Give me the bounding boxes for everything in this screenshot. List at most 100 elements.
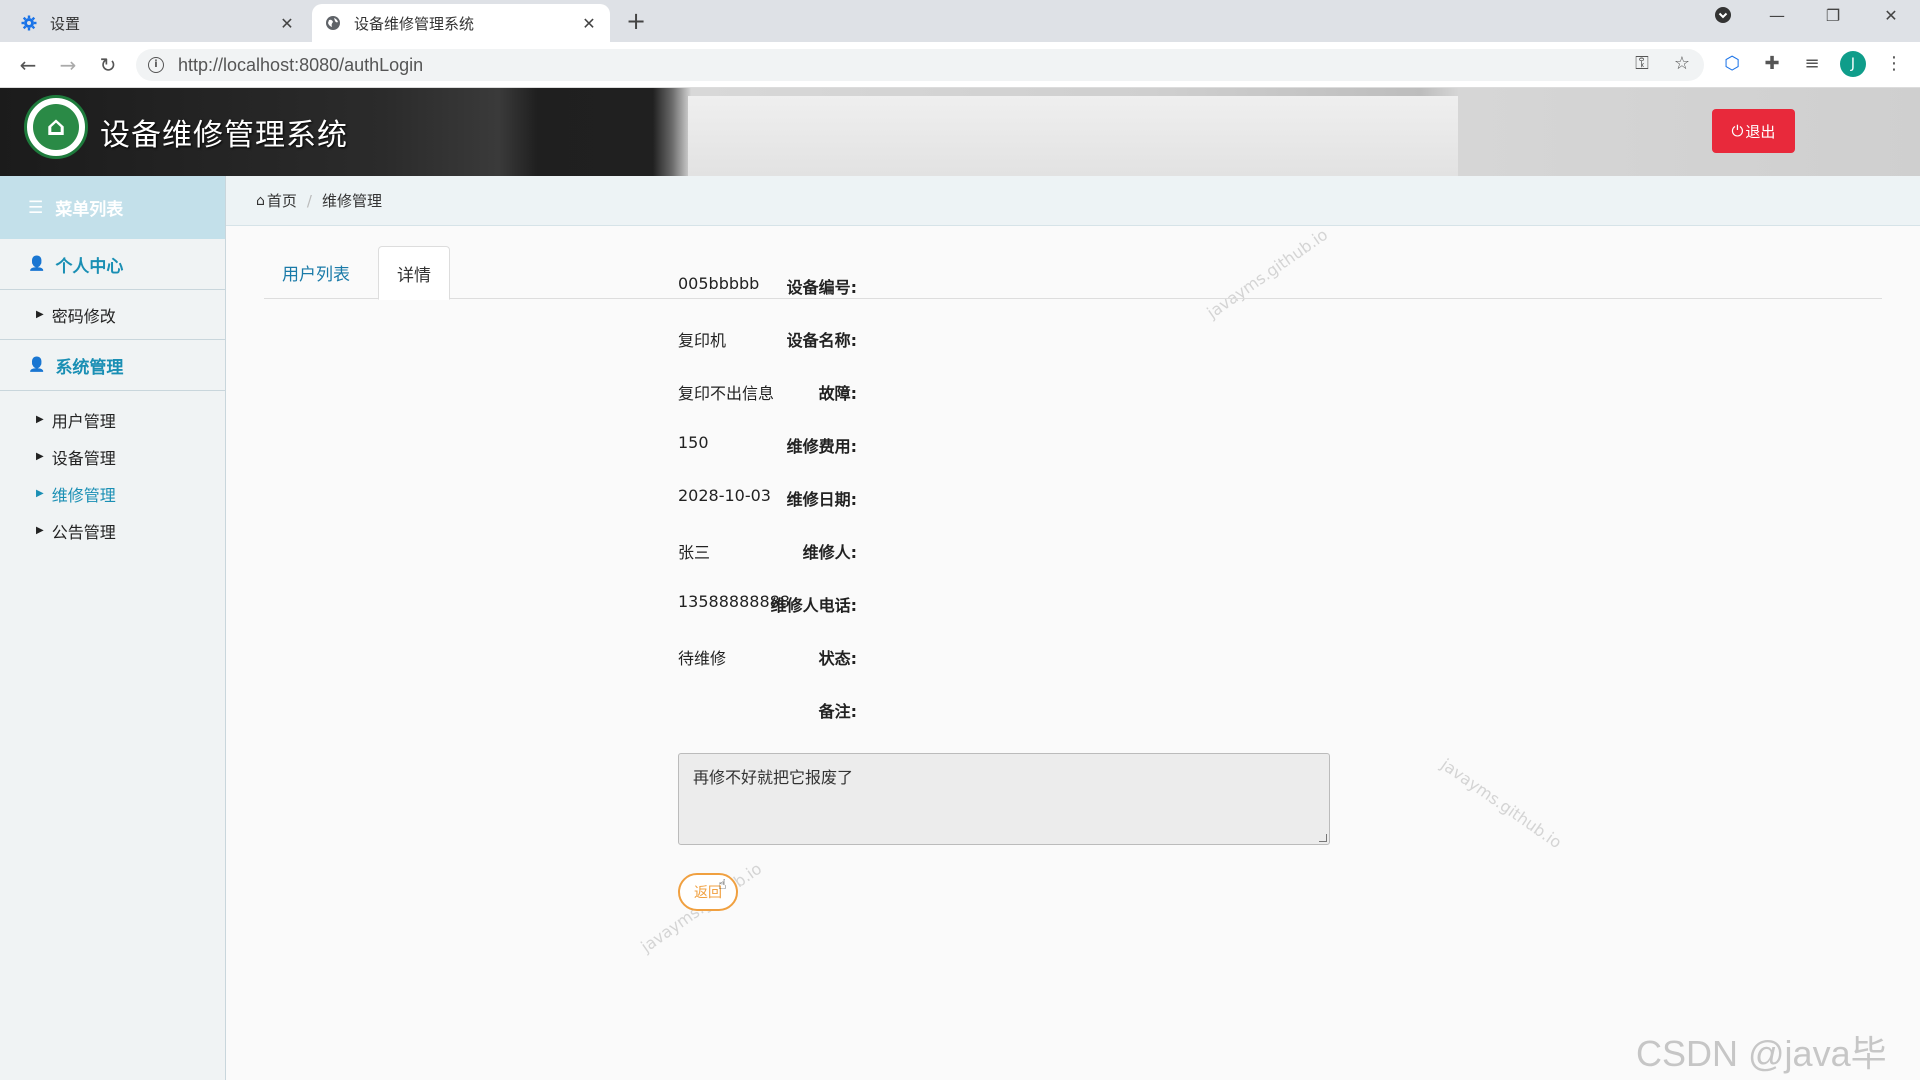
field-value: 005bbbbb — [678, 274, 760, 293]
sidebar-item-label: 公告管理 — [51, 522, 116, 542]
breadcrumb-separator: / — [306, 191, 312, 210]
remark-textarea[interactable]: 再修不好就把它报废了 — [678, 753, 1330, 845]
caret-right-icon: ▶ — [36, 414, 44, 425]
main-content: javayms.github.io javayms.github.io java… — [226, 225, 1920, 1080]
tab-search-icon[interactable] — [1708, 6, 1738, 28]
address-toolbar: ← → ↻ i http://localhost:8080/authLogin … — [0, 42, 1920, 88]
field-label: 设备名称: — [786, 331, 857, 350]
field-device-name: 设备名称: 复印机 — [226, 327, 1920, 357]
breadcrumb-home[interactable]: 首页 — [267, 190, 297, 211]
sidebar-section-personal[interactable]: 👤 个人中心 — [0, 239, 225, 290]
new-tab-button[interactable]: + — [622, 8, 650, 36]
sidebar-item-repairs[interactable]: ▶ 维修管理 — [0, 475, 225, 512]
field-label: 维修费用: — [786, 437, 857, 456]
browser-tab-strip: 设置 ✕ 设备维修管理系统 ✕ + — ❐ ✕ — [0, 0, 1920, 42]
sidebar: ☰ 菜单列表 👤 个人中心 ▶ 密码修改 👤 系统管理 ▶ 用户管理 ▶ 设备管… — [0, 176, 226, 1080]
field-remark: 备注: — [226, 698, 1920, 728]
puzzle-icon[interactable]: ✚ — [1758, 50, 1786, 78]
minimize-icon[interactable]: — — [1762, 6, 1792, 25]
kebab-menu-icon[interactable]: ⋮ — [1880, 50, 1908, 78]
sidebar-item-label: 密码修改 — [51, 306, 116, 326]
key-icon[interactable]: ⚿ — [1628, 50, 1656, 78]
close-icon[interactable]: ✕ — [580, 14, 598, 33]
caret-right-icon: ▶ — [36, 525, 44, 536]
extension-hex-icon[interactable]: ⬡ — [1718, 50, 1746, 78]
url-bar[interactable]: i http://localhost:8080/authLogin — [136, 49, 1704, 81]
user-icon: 👤 — [28, 357, 46, 373]
restore-icon[interactable]: ❐ — [1818, 6, 1848, 25]
sidebar-item-label: 设备管理 — [51, 448, 116, 468]
menu-title: 菜单列表 — [55, 200, 124, 220]
browser-tab-settings[interactable]: 设置 ✕ — [8, 4, 308, 42]
sidebar-item-users[interactable]: ▶ 用户管理 — [0, 401, 225, 438]
avatar[interactable]: J — [1840, 51, 1866, 77]
user-icon: 👤 — [28, 256, 46, 272]
media-list-icon[interactable]: ≡ — [1798, 50, 1826, 78]
field-label: 备注: — [818, 702, 857, 721]
sidebar-group-personal: ▶ 密码修改 — [0, 290, 225, 340]
field-value: 复印机 — [678, 331, 727, 350]
field-label: 维修人: — [802, 543, 857, 562]
field-repair-cost: 维修费用: 150 — [226, 433, 1920, 463]
tab-title: 设置 — [50, 14, 81, 33]
tab-title: 设备维修管理系统 — [354, 14, 475, 33]
csdn-watermark: CSDN @java毕业 — [1636, 1033, 1887, 1074]
sidebar-item-label: 维修管理 — [51, 485, 116, 505]
reload-icon[interactable]: ↻ — [94, 51, 122, 79]
forward-arrow-icon[interactable]: → — [54, 51, 82, 79]
globe-icon — [324, 14, 342, 32]
sidebar-item-password[interactable]: ▶ 密码修改 — [0, 296, 225, 333]
field-device-code: 设备编号: 005bbbbb — [226, 274, 1920, 304]
power-icon: ⏻ — [1731, 122, 1744, 140]
sidebar-group-system: ▶ 用户管理 ▶ 设备管理 ▶ 维修管理 ▶ 公告管理 — [0, 391, 225, 555]
back-button[interactable]: 返回 — [678, 873, 738, 911]
breadcrumb-current: 维修管理 — [321, 192, 382, 210]
field-value: 张三 — [678, 543, 711, 562]
field-status: 状态: 待维修 — [226, 645, 1920, 675]
field-fault: 故障: 复印不出信息 — [226, 380, 1920, 410]
logout-button[interactable]: ⏻ 退出 — [1712, 109, 1795, 153]
back-arrow-icon[interactable]: ← — [14, 51, 42, 79]
home-icon: ⌂ — [256, 192, 265, 209]
sidebar-item-notices[interactable]: ▶ 公告管理 — [0, 512, 225, 549]
menu-header: ☰ 菜单列表 — [0, 176, 225, 239]
caret-right-icon: ▶ — [36, 488, 44, 499]
section-title: 个人中心 — [55, 256, 124, 277]
star-icon[interactable]: ☆ — [1668, 50, 1696, 78]
browser-tab-app[interactable]: 设备维修管理系统 ✕ — [312, 4, 610, 42]
breadcrumb: ⌂ 首页 / 维修管理 — [226, 176, 1920, 226]
field-repairer: 维修人: 张三 — [226, 539, 1920, 569]
watermark-text: javayms.github.io — [1437, 754, 1566, 853]
field-value: 复印不出信息 — [678, 384, 775, 403]
hand-cursor-icon: ☝ — [718, 877, 727, 893]
resize-grip-icon[interactable] — [1319, 834, 1327, 842]
app-header: ⌂ 设备维修管理系统 ⏻ 退出 — [0, 88, 1920, 176]
window-close-icon[interactable]: ✕ — [1876, 6, 1906, 25]
sidebar-item-label: 用户管理 — [51, 411, 116, 431]
app-title: 设备维修管理系统 — [100, 118, 348, 153]
info-icon[interactable]: i — [148, 57, 164, 73]
field-label: 维修日期: — [786, 490, 857, 509]
field-value: 2028-10-03 — [678, 486, 771, 505]
gear-icon — [20, 14, 38, 32]
field-label: 状态: — [818, 649, 857, 668]
university-logo: ⌂ — [24, 95, 88, 159]
header-background-panel — [688, 96, 1458, 176]
field-label: 设备编号: — [786, 278, 857, 297]
field-value: 150 — [678, 433, 709, 452]
url-text: http://localhost:8080/authLogin — [178, 54, 424, 75]
logout-label: 退出 — [1745, 123, 1776, 141]
field-repairer-phone: 维修人电话: 13588888888 — [226, 592, 1920, 622]
close-icon[interactable]: ✕ — [278, 14, 296, 33]
sidebar-section-system[interactable]: 👤 系统管理 — [0, 340, 225, 391]
section-title: 系统管理 — [55, 357, 124, 378]
field-value: 待维修 — [678, 649, 727, 668]
field-value: 13588888888 — [678, 592, 790, 611]
field-label: 故障: — [818, 384, 857, 403]
list-icon: ☰ — [28, 197, 44, 218]
caret-right-icon: ▶ — [36, 309, 44, 320]
field-repair-date: 维修日期: 2028-10-03 — [226, 486, 1920, 516]
sidebar-item-devices[interactable]: ▶ 设备管理 — [0, 438, 225, 475]
remark-text: 再修不好就把它报废了 — [693, 768, 854, 787]
caret-right-icon: ▶ — [36, 451, 44, 462]
